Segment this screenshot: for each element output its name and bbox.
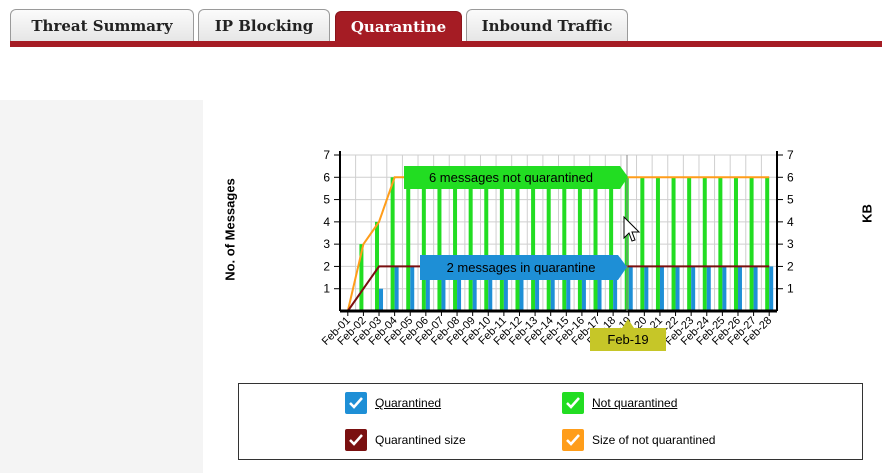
right-tick-label: 6 bbox=[787, 170, 794, 184]
bar-quarantined[interactable] bbox=[737, 266, 742, 311]
legend-label-not-quarantined[interactable]: Not quarantined bbox=[592, 396, 677, 410]
left-tick-label: 1 bbox=[323, 282, 330, 296]
legend-label-quarantined[interactable]: Quarantined bbox=[375, 396, 441, 410]
bar-not-quarantined[interactable] bbox=[765, 177, 770, 311]
bar-not-quarantined[interactable] bbox=[733, 177, 738, 311]
right-tick-label: 5 bbox=[787, 193, 794, 207]
check-icon bbox=[345, 429, 367, 451]
bar-not-quarantined[interactable] bbox=[671, 177, 676, 311]
right-tick-label: 1 bbox=[787, 282, 794, 296]
right-tick-label: 7 bbox=[787, 148, 794, 162]
left-tick-label: 7 bbox=[323, 148, 330, 162]
bar-not-quarantined[interactable] bbox=[453, 177, 458, 311]
bar-quarantined[interactable] bbox=[379, 288, 384, 311]
tooltip-date-text: Feb-19 bbox=[607, 332, 648, 347]
bar-not-quarantined[interactable] bbox=[577, 177, 582, 311]
bar-quarantined[interactable] bbox=[753, 266, 758, 311]
bar-quarantined[interactable] bbox=[722, 266, 727, 311]
bar-not-quarantined[interactable] bbox=[484, 177, 489, 311]
bar-quarantined[interactable] bbox=[394, 266, 399, 311]
bar-quarantined[interactable] bbox=[644, 266, 649, 311]
left-tick-label: 2 bbox=[323, 259, 330, 273]
left-tick-label: 5 bbox=[323, 193, 330, 207]
left-tick-label: 6 bbox=[323, 170, 330, 184]
legend-size-not-quarantined[interactable]: Size of not quarantined bbox=[562, 429, 715, 451]
legend-not-quarantined[interactable]: Not quarantined bbox=[562, 392, 677, 414]
bar-not-quarantined[interactable] bbox=[687, 177, 692, 311]
bar-not-quarantined[interactable] bbox=[562, 177, 567, 311]
check-icon bbox=[562, 429, 584, 451]
bar-not-quarantined[interactable] bbox=[421, 177, 426, 311]
right-tick-label: 4 bbox=[787, 215, 794, 229]
left-tick-label: 4 bbox=[323, 215, 330, 229]
chart-legend: Quarantined Not quarantined Quarantined … bbox=[238, 383, 863, 460]
legend-quarantined[interactable]: Quarantined bbox=[345, 392, 441, 414]
bar-quarantined[interactable] bbox=[410, 266, 415, 311]
bar-quarantined[interactable] bbox=[675, 266, 680, 311]
bar-not-quarantined[interactable] bbox=[546, 177, 551, 311]
tooltip-quarantined-text: 2 messages in quarantine bbox=[447, 260, 596, 275]
check-icon bbox=[345, 392, 367, 414]
bar-not-quarantined[interactable] bbox=[437, 177, 442, 311]
bar-not-quarantined[interactable] bbox=[468, 177, 473, 311]
bar-not-quarantined[interactable] bbox=[718, 177, 723, 311]
legend-label-size-not-quarantined: Size of not quarantined bbox=[592, 433, 716, 447]
bar-quarantined[interactable] bbox=[706, 266, 711, 311]
bar-not-quarantined[interactable] bbox=[749, 177, 754, 311]
bar-quarantined[interactable] bbox=[628, 266, 633, 311]
bar-not-quarantined[interactable] bbox=[390, 177, 395, 311]
bar-not-quarantined[interactable] bbox=[609, 177, 614, 311]
right-tick-label: 2 bbox=[787, 259, 794, 273]
bar-quarantined[interactable] bbox=[659, 266, 664, 311]
bar-quarantined[interactable] bbox=[691, 266, 696, 311]
bar-not-quarantined[interactable] bbox=[499, 177, 504, 311]
bar-not-quarantined[interactable] bbox=[531, 177, 536, 311]
bar-not-quarantined[interactable] bbox=[702, 177, 707, 311]
bar-not-quarantined[interactable] bbox=[593, 177, 598, 311]
bar-not-quarantined[interactable] bbox=[640, 177, 645, 311]
legend-quarantined-size[interactable]: Quarantined size bbox=[345, 429, 466, 451]
check-icon bbox=[562, 392, 584, 414]
bar-not-quarantined[interactable] bbox=[406, 177, 411, 311]
tooltip-not-quarantined-text: 6 messages not quarantined bbox=[429, 170, 593, 185]
bar-quarantined[interactable] bbox=[769, 266, 774, 311]
right-tick-label: 3 bbox=[787, 237, 794, 251]
left-tick-label: 3 bbox=[323, 237, 330, 251]
bar-not-quarantined[interactable] bbox=[515, 177, 520, 311]
bar-not-quarantined[interactable] bbox=[655, 177, 660, 311]
legend-label-quarantined-size: Quarantined size bbox=[375, 433, 466, 447]
